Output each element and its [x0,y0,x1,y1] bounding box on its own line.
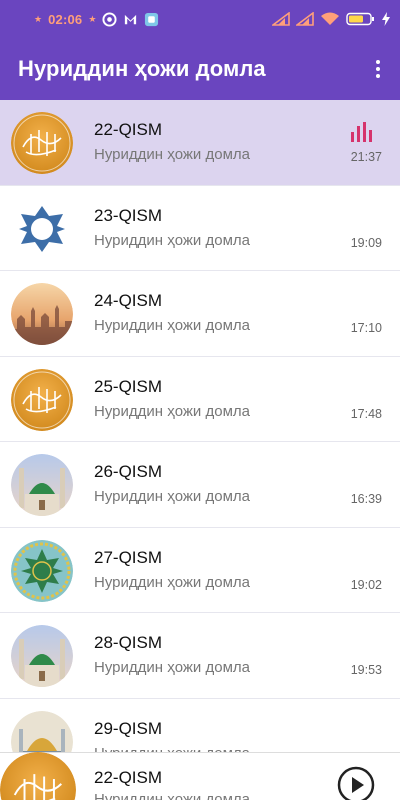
episode-list: 22-QISM Нуриддин ҳожи домла 21:37 23-QIS… [0,100,400,784]
player-subtitle: Нуриддин ҳожи домла [94,791,250,800]
mosque-thumbnail [11,454,73,516]
list-item[interactable]: 28-QISM Нуриддин ҳожи домла 19:53 [0,613,400,699]
status-bar: ★ 02:06 ★ [0,0,400,40]
app-bar: Нуриддин ҳожи домла [0,40,400,100]
item-duration: 17:10 [350,321,382,335]
equalizer-icon [351,122,372,142]
more-options-icon[interactable] [374,58,382,82]
item-title: 28-QISM [94,633,163,652]
page-title: Нуриддин ҳожи домла [18,56,266,81]
item-title: 24-QISM [94,291,163,310]
app-notification-icon [145,12,159,27]
list-item[interactable]: 25-QISM Нуриддин ҳожи домла 17:48 [0,356,400,442]
item-subtitle: Нуриддин ҳожи домла [94,573,250,591]
list-item[interactable]: 27-QISM Нуриддин ҳожи домла 19:02 [0,527,400,613]
item-title: 29-QISM [94,718,163,738]
list-item[interactable]: 22-QISM Нуриддин ҳожи домла 21:37 [0,100,400,186]
calligraphy-thumbnail [11,368,73,431]
player-title: 22-QISM [94,768,163,787]
quick-app-icon [102,12,117,27]
gmail-icon [125,14,137,25]
item-subtitle: Нуриддин ҳожи домла [94,488,250,505]
item-duration: 19:09 [350,235,382,250]
item-subtitle: Нуриддин ҳожи домла [94,317,250,334]
item-title: 23-QISM [94,205,163,225]
item-subtitle: Нуриддин ҳожи домла [94,231,250,249]
charging-icon [382,12,390,26]
list-item[interactable]: 24-QISM Нуриддин ҳожи домла 17:10 [0,271,400,357]
list-item[interactable]: 23-QISM Нуриддин ҳожи домла 19:09 [0,185,400,271]
item-duration: 21:37 [350,150,382,164]
item-duration: 16:39 [350,492,382,506]
mosque-thumbnail [11,625,73,687]
item-subtitle: Нуриддин ҳожи домла [94,402,250,420]
item-subtitle: Нуриддин ҳожи домла [94,146,250,163]
play-icon[interactable] [336,765,376,800]
item-title: 26-QISM [94,462,163,481]
item-duration: 19:53 [350,663,382,677]
signal-icon [272,12,290,26]
list-item[interactable]: 26-QISM Нуриддин ҳожи домла 16:39 [0,442,400,528]
star-icon: ★ [34,14,43,24]
city-sunset-thumbnail [11,283,73,345]
calligraphy-thumbnail [11,112,73,174]
item-duration: 17:48 [350,406,382,421]
green-ornament-thumbnail [11,539,73,602]
item-duration: 19:02 [350,577,382,592]
item-title: 22-QISM [94,120,163,139]
status-time: 02:06 [48,12,83,27]
item-title: 27-QISM [94,547,163,567]
wifi-icon [321,12,339,25]
item-title: 25-QISM [94,376,163,396]
signal-icon [296,12,314,26]
star-icon: ★ [88,14,97,24]
item-subtitle: Нуриддин ҳожи домла [94,659,250,676]
battery-icon [346,12,374,26]
star-ornament-thumbnail [11,197,73,260]
